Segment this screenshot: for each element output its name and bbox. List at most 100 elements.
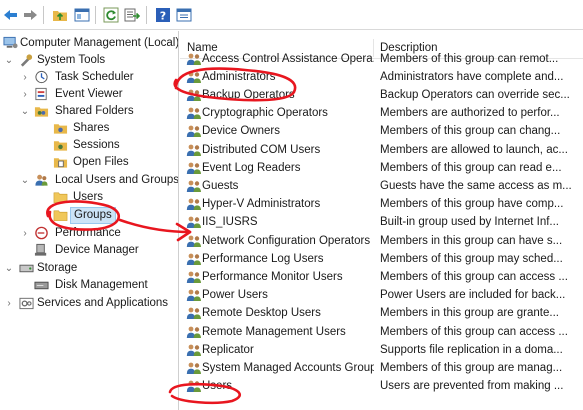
group-name: Hyper-V Administrators (202, 198, 321, 211)
group-description: Members are allowed to launch, ac... (380, 143, 568, 156)
tree-node-task-scheduler[interactable]: › Task Scheduler (0, 69, 178, 86)
group-name: Remote Management Users (202, 325, 346, 338)
chevron-right-icon[interactable]: › (4, 295, 14, 312)
tree-label: Shares (73, 122, 110, 134)
chevron-right-icon[interactable]: › (20, 86, 30, 103)
folder-icon (53, 210, 68, 221)
chevron-right-icon[interactable]: › (20, 225, 30, 242)
tree-node-services-applications[interactable]: › Services and Applications (0, 295, 178, 312)
tree-node-groups[interactable]: Groups (0, 207, 178, 224)
group-name: System Managed Accounts Group (202, 361, 374, 374)
event-viewer-icon (35, 87, 47, 101)
group-icon (186, 344, 201, 356)
tree-node-shared-folders[interactable]: ⌄ Shared Folders (0, 103, 178, 120)
table-row[interactable]: Network Configuration Operators Members i… (180, 232, 583, 250)
table-row[interactable]: IIS_IUSRS Built-in group used by Internet… (180, 213, 583, 231)
refresh-icon[interactable] (103, 7, 119, 23)
group-name: Event Log Readers (202, 161, 301, 174)
tree-node-sessions[interactable]: Sessions (0, 137, 178, 154)
group-name: Distributed COM Users (202, 143, 321, 156)
group-icon (186, 71, 201, 83)
chevron-right-icon[interactable]: › (20, 69, 30, 86)
tree-label: Local Users and Groups (55, 174, 179, 186)
tree-node-performance[interactable]: › Performance (0, 225, 178, 242)
table-row[interactable]: Backup Operators Backup Operators can ove… (180, 86, 583, 104)
performance-icon (35, 226, 48, 240)
tree-node-event-viewer[interactable]: › Event Viewer (0, 86, 178, 103)
group-icon (186, 326, 201, 338)
toolbar-separator (43, 6, 44, 24)
table-row[interactable]: Hyper-V Administrators Members of this gr… (180, 195, 583, 213)
table-row[interactable]: Power Users Power Users are included for … (180, 286, 583, 304)
toolbar-separator (95, 6, 96, 24)
group-name: Access Control Assistance Opera... (202, 52, 374, 65)
chevron-down-icon[interactable]: ⌄ (20, 172, 30, 189)
chevron-down-icon[interactable]: ⌄ (20, 103, 30, 120)
tree-node-users[interactable]: Users (0, 189, 178, 206)
group-icon (186, 162, 201, 174)
table-row[interactable]: Device Owners Members of this group can c… (180, 122, 583, 140)
group-description: Administrators have complete and... (380, 70, 564, 83)
tree-node-storage[interactable]: ⌄ Storage (0, 260, 178, 277)
group-name: Performance Log Users (202, 252, 324, 265)
tree-node-device-manager[interactable]: Device Manager (0, 242, 178, 259)
up-folder-icon[interactable] (52, 7, 68, 23)
table-row[interactable]: Users Users are prevented from making ... (180, 377, 583, 395)
table-row[interactable]: Performance Monitor Users Members of this… (180, 268, 583, 286)
table-row[interactable]: Replicator Supports file replication in a… (180, 341, 583, 359)
help-icon[interactable]: ? (155, 7, 171, 23)
group-description: Members of this group are manag... (380, 361, 563, 374)
tree-node-local-users-groups[interactable]: ⌄ Local Users and Groups (0, 172, 179, 189)
tree-node-disk-management[interactable]: Disk Management (0, 277, 178, 294)
table-row[interactable]: Remote Management Users Members of this g… (180, 323, 583, 341)
table-row[interactable]: Performance Log Users Members of this gro… (180, 250, 583, 268)
group-name: Device Owners (202, 125, 280, 138)
group-description: Members of this group have comp... (380, 198, 564, 211)
table-row[interactable]: Distributed COM Users Members are allowed… (180, 141, 583, 159)
chevron-down-icon[interactable]: ⌄ (4, 260, 14, 277)
group-name: Administrators (202, 70, 276, 83)
tree-label: Shared Folders (55, 105, 134, 117)
show-hide-tree-icon[interactable] (74, 7, 90, 23)
group-name: Users (202, 380, 233, 393)
table-row[interactable]: Event Log Readers Members of this group c… (180, 159, 583, 177)
group-description: Power Users are included for back... (380, 289, 566, 302)
back-icon[interactable] (3, 7, 19, 23)
tree-node-open-files[interactable]: Open Files (0, 154, 178, 171)
forward-icon[interactable] (22, 7, 38, 23)
table-row[interactable]: Access Control Assistance Opera... Member… (180, 50, 583, 68)
device-manager-icon (34, 243, 47, 256)
table-row[interactable]: Administrators Administrators have comple… (180, 68, 583, 86)
tree-label: System Tools (37, 54, 106, 66)
group-description: Users are prevented from making ... (380, 380, 564, 393)
group-icon (186, 271, 201, 283)
toolbar-separator (146, 6, 147, 24)
table-row[interactable]: System Managed Accounts Group Members of … (180, 359, 583, 377)
tree-label: Users (73, 191, 104, 203)
group-icon (186, 380, 201, 393)
computer-management-icon (3, 36, 18, 49)
properties-icon[interactable] (176, 7, 192, 23)
table-row[interactable]: Cryptographic Operators Members are autho… (180, 104, 583, 122)
tree-label: Device Manager (55, 244, 139, 256)
chevron-down-icon[interactable]: ⌄ (4, 52, 14, 69)
group-description: Built-in group used by Internet Inf... (380, 216, 559, 229)
tree-label: Computer Management (Local) (20, 37, 179, 49)
tree-node-computer-management[interactable]: Computer Management (Local) (0, 35, 179, 52)
tree-label: Storage (37, 262, 78, 274)
group-name: Performance Monitor Users (202, 270, 343, 283)
table-row[interactable]: Remote Desktop Users Members in this grou… (180, 304, 583, 322)
export-list-icon[interactable] (124, 7, 140, 23)
tree-node-system-tools[interactable]: ⌄ System Tools (0, 52, 178, 69)
tree-node-shares[interactable]: Shares (0, 120, 178, 137)
group-icon (186, 198, 201, 211)
table-row[interactable]: Guests Guests have the same access as m..… (180, 177, 583, 195)
shared-folders-icon (34, 107, 49, 117)
group-icon (186, 362, 201, 374)
group-icon (186, 289, 201, 302)
tree-label: Services and Applications (37, 297, 169, 309)
svg-text:?: ? (160, 10, 166, 23)
tree-label: Groups (70, 207, 116, 224)
group-icon (186, 53, 201, 65)
group-icon (186, 107, 201, 120)
